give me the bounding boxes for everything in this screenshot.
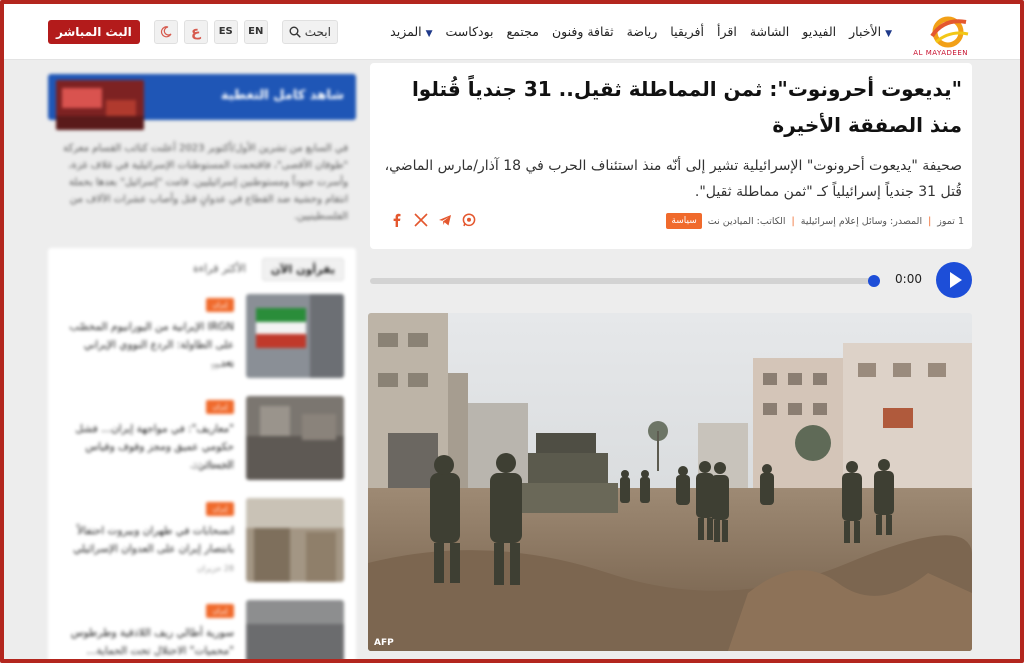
theme-toggle-button[interactable] xyxy=(153,20,178,44)
list-item-title: انسحابات في طهران وبيروت احتفالاً بانتصا… xyxy=(73,525,234,555)
article-date: 1 تموز xyxy=(937,215,964,227)
meta-divider: | xyxy=(791,215,795,227)
article-source: المصدر: وسائل إعلام إسرائيلية xyxy=(800,215,923,227)
play-button[interactable] xyxy=(936,262,972,298)
list-item-time: الأحد 22:00 xyxy=(192,462,234,471)
coverage-thumbnail xyxy=(56,80,144,130)
category-tag[interactable]: سياسة xyxy=(666,213,702,229)
nav-item-africa[interactable]: أفريقيا xyxy=(670,24,704,39)
lang-arabic-button[interactable]: ع xyxy=(183,20,208,44)
whatsapp-icon[interactable] xyxy=(462,213,476,227)
lang-es-button[interactable]: ES xyxy=(213,20,238,44)
article-headline: "يديعوت أحرونوت": ثمن المماطلة ثقيل.. 31… xyxy=(411,77,962,137)
article-main-image[interactable] xyxy=(368,313,972,651)
list-item-image xyxy=(246,600,344,663)
main-nav: الأخبار ▼ الفيديو الشاشة اقرأ أفريقيا ري… xyxy=(390,24,892,39)
list-item-time: 28 حزيران xyxy=(197,564,234,573)
list-item[interactable]: إيران سورية أطالي ريف اللاذقية وطرطوس "م… xyxy=(60,600,344,663)
nav-item-society[interactable]: مجتمع xyxy=(507,24,539,39)
list-item-image xyxy=(246,294,344,378)
nav-item-label: الأخبار xyxy=(849,24,882,39)
photo-credit: AFP xyxy=(374,638,394,648)
nav-item-label: المزيد xyxy=(390,24,422,39)
chevron-down-icon: ▼ xyxy=(425,29,433,39)
list-item-title: IRGN الإيرانية من اليورانيوم المخصّب على… xyxy=(69,321,234,369)
top-navbar: AL MAYADEEN الأخبار ▼ الفيديو الشاشة اقر… xyxy=(4,4,1020,60)
nav-item-podcast[interactable]: بودكاست xyxy=(446,24,494,39)
moon-icon xyxy=(160,26,172,38)
tab-most-read[interactable]: الأكثر قراءة xyxy=(185,258,254,281)
x-icon[interactable] xyxy=(414,213,428,227)
telegram-icon[interactable] xyxy=(438,213,452,227)
most-read-panel: يقرأون الآن الأكثر قراءة إيران IRGN الإي… xyxy=(48,248,356,663)
nav-item-news[interactable]: الأخبار ▼ xyxy=(849,24,892,39)
audio-scrub-handle[interactable] xyxy=(868,275,880,287)
nav-item-screen[interactable]: الشاشة xyxy=(750,24,789,39)
full-coverage-description: في السابع من تشرين الأول/أكتوبر 2023 أعل… xyxy=(63,143,348,222)
sidebar: شاهد كامل التغطية في السابع من تشرين الأ… xyxy=(48,74,356,663)
search-button[interactable]: ابحث xyxy=(281,20,338,44)
chevron-down-icon: ▼ xyxy=(885,29,892,39)
live-stream-button[interactable]: البث المباشر xyxy=(48,20,140,44)
list-item-time: 3 تموز xyxy=(211,360,234,369)
facebook-icon[interactable] xyxy=(390,213,404,227)
tab-reading-now[interactable]: يقرأون الآن xyxy=(261,258,344,281)
list-item-image xyxy=(246,396,344,480)
article-header: "يديعوت أحرونوت": ثمن المماطلة ثقيل.. 31… xyxy=(370,63,972,249)
search-label: ابحث xyxy=(304,25,331,39)
list-item[interactable]: إيران انسحابات في طهران وبيروت احتفالاً … xyxy=(60,498,344,582)
full-coverage-banner[interactable]: شاهد كامل التغطية xyxy=(48,74,356,130)
article-lead: صحيفة "يديعوت أحرونوت" الإسرائيلية تشير … xyxy=(384,158,962,200)
nav-item-read[interactable]: اقرأ xyxy=(717,24,737,39)
nav-item-sports[interactable]: رياضة xyxy=(627,24,658,39)
list-item-tag: إيران xyxy=(206,400,234,414)
share-buttons xyxy=(390,213,476,227)
list-item-tag: إيران xyxy=(206,298,234,312)
nav-item-video[interactable]: الفيديو xyxy=(802,24,836,39)
article-author: الكاتب: الميادين نت xyxy=(707,215,786,227)
article-meta: سياسة الكاتب: الميادين نت | المصدر: وسائ… xyxy=(666,213,964,229)
list-item-title: سورية أطالي ريف اللاذقية وطرطوس "محميات"… xyxy=(70,627,234,657)
search-icon xyxy=(289,26,301,38)
lang-en-button[interactable]: EN xyxy=(243,20,268,44)
list-item[interactable]: إيران "معاريف": في مواجهة إيران... فشل ح… xyxy=(60,396,344,480)
sidebar-tabs: يقرأون الآن الأكثر قراءة xyxy=(185,258,344,281)
full-coverage-title: شاهد كامل التغطية xyxy=(220,88,344,103)
list-item-image xyxy=(246,498,344,582)
audio-time: 0:00 xyxy=(895,272,922,286)
list-item[interactable]: إيران IRGN الإيرانية من اليورانيوم المخص… xyxy=(60,294,344,378)
list-item-tag: إيران xyxy=(206,604,234,618)
meta-divider: | xyxy=(928,215,932,227)
header-tools: البث المباشر ع ES EN ابحث xyxy=(48,19,338,45)
nav-item-more[interactable]: المزيد ▼ xyxy=(390,24,432,39)
nav-item-culture[interactable]: ثقافة وفنون xyxy=(552,24,614,39)
list-item-tag: إيران xyxy=(206,502,234,516)
audio-player: 0:00 xyxy=(370,262,972,300)
audio-progress-track[interactable] xyxy=(370,275,880,287)
logo-text: AL MAYADEEN xyxy=(913,49,968,57)
